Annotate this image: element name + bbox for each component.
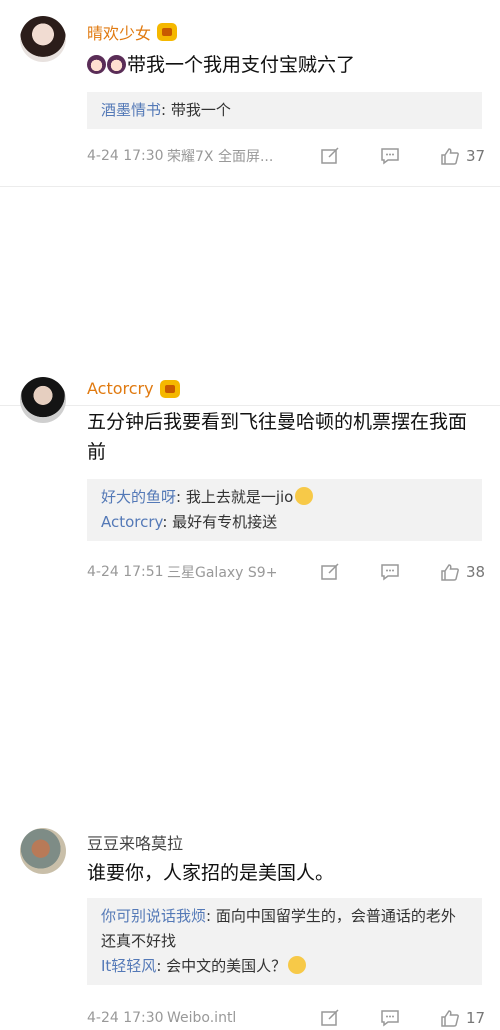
reply-username[interactable]: 你可别说话我烦 <box>101 907 206 925</box>
reply-text: : 带我一个 <box>161 101 231 119</box>
share-icon[interactable] <box>320 147 340 165</box>
comment-item: 晴欢少女 带我一个我用支付宝贼六了 酒墨情书: 带我一个 4-24 17:30 … <box>0 0 500 187</box>
comment-icon[interactable] <box>380 147 400 165</box>
like-count: 37 <box>466 147 486 165</box>
device-label: Weibo.intl <box>167 1010 237 1026</box>
comment-text: 带我一个我用支付宝贼六了 <box>87 50 482 80</box>
comment-username[interactable]: 晴欢少女 <box>87 20 178 44</box>
reply-item: 你可别说话我烦: 面向中国留学生的，会普通话的老外还真不好找 <box>101 904 468 954</box>
comment-icon[interactable] <box>380 1009 400 1027</box>
reply-username[interactable]: It轻轻风 <box>101 957 156 975</box>
like-count: 17 <box>466 1009 486 1027</box>
reply-item: 酒墨情书: 带我一个 <box>101 98 468 123</box>
comment-item: 豆豆来咯莫拉 谁要你，人家招的是美国人。 你可别说话我烦: 面向中国留学生的，会… <box>0 406 500 1027</box>
timestamp: 4-24 17:30 <box>87 1010 164 1026</box>
reply-text: : 会中文的美国人？ <box>156 957 287 975</box>
timestamp: 4-24 17:30 <box>87 148 164 164</box>
avatar[interactable] <box>20 828 66 874</box>
reply-box[interactable]: 酒墨情书: 带我一个 <box>87 92 482 129</box>
comment-item: Actorcry 五分钟后我要看到飞往曼哈顿的机票摆在我面前 好大的鱼呀: 我上… <box>0 187 500 581</box>
vip-crown-icon <box>157 23 178 41</box>
comment-meta: 4-24 17:30 荣耀7X 全面屏... 37 <box>87 144 490 168</box>
vip-crown-icon <box>159 379 180 398</box>
emoji-icon <box>87 55 106 74</box>
device-label: 荣耀7X 全面屏... <box>167 149 274 165</box>
reply-item: It轻轻风: 会中文的美国人？ <box>101 954 468 979</box>
emoji-icon <box>288 956 307 974</box>
comment-meta: 4-24 17:30 Weibo.intl 17 <box>87 1006 490 1030</box>
comment-username[interactable]: Actorcry <box>87 379 180 398</box>
like-thumb-icon[interactable] <box>440 1009 460 1027</box>
comment-username[interactable]: 豆豆来咯莫拉 <box>87 830 183 854</box>
comment-text: 谁要你，人家招的是美国人。 <box>87 862 335 884</box>
avatar[interactable] <box>20 16 66 62</box>
like-thumb-icon[interactable] <box>440 147 460 165</box>
emoji-icon <box>107 55 126 74</box>
share-icon[interactable] <box>320 1009 340 1027</box>
reply-box[interactable]: 你可别说话我烦: 面向中国留学生的，会普通话的老外还真不好找 It轻轻风: 会中… <box>87 898 482 985</box>
reply-username[interactable]: 酒墨情书 <box>101 101 161 119</box>
